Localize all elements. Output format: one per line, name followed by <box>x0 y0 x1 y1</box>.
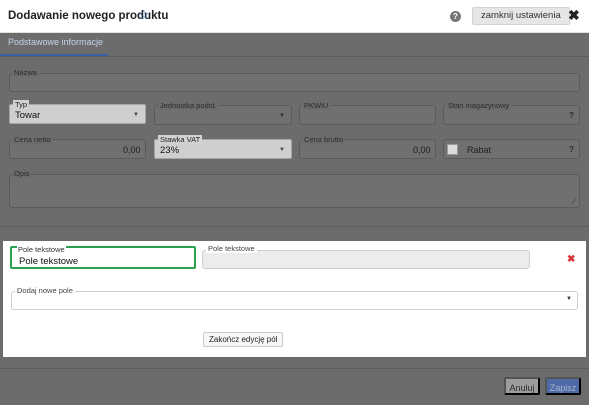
gross-price-value: 0,00 <box>413 145 431 155</box>
section-divider <box>0 226 589 227</box>
chevron-down-icon: ▼ <box>279 147 285 153</box>
remove-field-icon[interactable]: ✖ <box>567 254 575 265</box>
gross-price-label: Cena brutto <box>302 135 346 144</box>
chevron-down-icon: ▼ <box>279 113 285 119</box>
discount-label: Rabat <box>467 145 492 155</box>
add-field-select[interactable] <box>11 291 578 310</box>
add-field-label: Dodaj nowe pole <box>15 286 75 295</box>
dimmed-overlay <box>0 33 589 241</box>
discount-checkbox[interactable] <box>447 144 458 155</box>
vat-value: 23% <box>160 145 180 156</box>
chevron-down-icon: ▼ <box>566 296 572 302</box>
save-button[interactable]: Zapisz <box>545 377 581 395</box>
custom-field-1-input[interactable] <box>19 256 189 267</box>
star-icon[interactable]: ☆ <box>138 7 150 23</box>
type-value: Towar <box>15 110 41 121</box>
custom-field-2-label: Pole tekstowe <box>206 244 257 253</box>
description-label: Opis <box>12 169 32 178</box>
help-icon[interactable]: ? <box>450 11 461 22</box>
close-icon[interactable]: ✖ <box>568 7 580 24</box>
tab-divider <box>0 56 589 57</box>
cancel-button[interactable]: Anuluj <box>504 377 540 395</box>
help-icon[interactable]: ? <box>569 111 574 120</box>
custom-field-1-label: Pole tekstowe <box>17 245 66 254</box>
finish-editing-button[interactable]: Zakończ edycję pól <box>203 332 284 347</box>
discount-field <box>443 139 580 159</box>
type-label: Typ <box>13 100 30 109</box>
vat-label: Stawka VAT <box>158 135 203 144</box>
net-price-value: 0,00 <box>123 145 141 155</box>
close-settings-button[interactable]: zamknij ustawienia <box>472 7 570 25</box>
resize-handle-icon[interactable]: ⟋ <box>571 199 576 207</box>
help-icon[interactable]: ? <box>569 145 574 154</box>
chevron-down-icon: ▼ <box>133 112 139 118</box>
pkwiu-label: PKWiU <box>302 101 331 110</box>
stock-label: Stan magazynowy <box>446 101 512 110</box>
description-textarea[interactable] <box>9 174 580 208</box>
name-field[interactable] <box>9 73 580 92</box>
tab-basic-info[interactable]: Podstawowe informacje <box>8 37 103 47</box>
footer-divider <box>0 368 589 369</box>
modal-header: Dodawanie nowego produktu ☆ ? zamknij us… <box>0 0 589 33</box>
unit-label: Jednostka podst. <box>158 101 219 110</box>
name-label: Nazwa <box>12 68 39 77</box>
net-price-label: Cena netto <box>12 135 53 144</box>
